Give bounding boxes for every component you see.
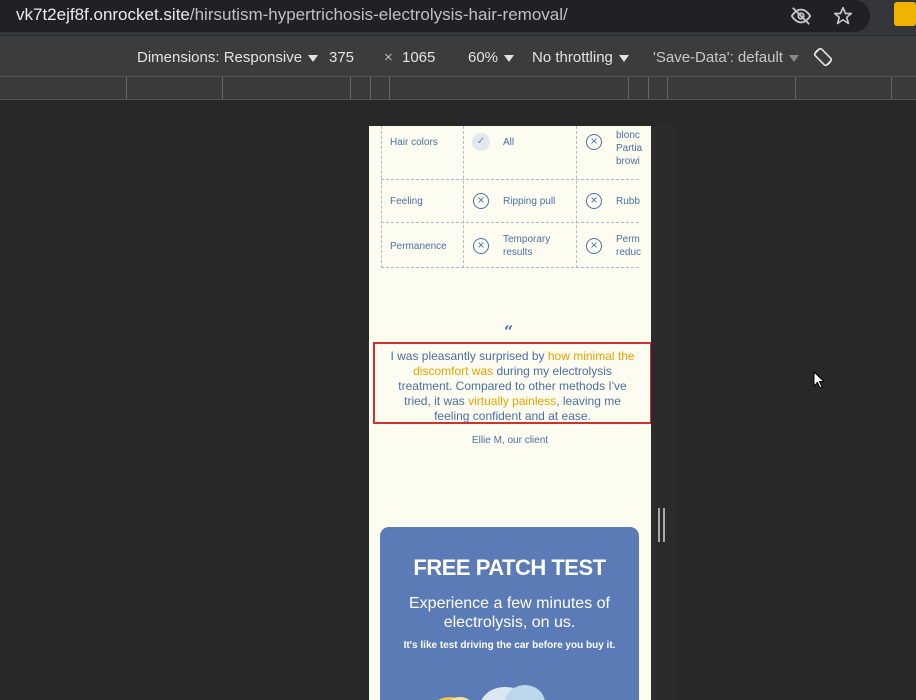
star-icon[interactable] [830, 3, 856, 29]
resize-handle-bar [658, 508, 660, 542]
extension-icon[interactable] [894, 2, 916, 26]
address-bar[interactable]: vk7t2ejf8f.onrocket.site/hirsutism-hyper… [0, 0, 870, 32]
cell-feeling-col2: Rubb [616, 196, 640, 207]
chevron-down-icon [308, 54, 319, 62]
cell-line: reduc [616, 247, 642, 258]
x-icon: × [586, 134, 602, 150]
quote-mark-icon: “ [504, 322, 514, 341]
row-label-feeling: Feeling [390, 196, 423, 207]
cell-feeling-col1: Ripping pull [503, 196, 556, 207]
table-divider [381, 267, 639, 268]
cell-line: Partia [616, 143, 643, 154]
height-input[interactable]: 1065 [402, 49, 435, 66]
zoom-label: 60% [468, 49, 499, 66]
throttling-label: No throttling [532, 49, 613, 66]
ruler-tick [222, 77, 223, 99]
ruler-tick [648, 77, 649, 99]
comparison-table: Hair colors ✓ All × blonc Partia browi F… [381, 126, 642, 268]
ruler-tick [795, 77, 796, 99]
cell-line: Temporary [503, 234, 551, 245]
quote-highlight: virtually painless [468, 394, 557, 408]
url-path: /hirsutism-hypertrichosis-electrolysis-h… [189, 5, 568, 24]
save-data-dropdown[interactable]: 'Save-Data': default [653, 49, 799, 66]
ruler-tick [628, 77, 629, 99]
zoom-dropdown[interactable]: 60% [468, 49, 515, 66]
rotate-icon[interactable] [812, 45, 834, 73]
chevron-down-icon [788, 54, 799, 62]
times-label: × [384, 49, 393, 66]
eye-off-icon[interactable] [788, 3, 814, 29]
testimonial-author: Ellie M, our client [471, 435, 549, 446]
table-divider [463, 126, 464, 268]
cell-line: browi [616, 156, 640, 167]
url-host: vk7t2ejf8f.onrocket.site [16, 5, 190, 24]
cell-permanence-col1: Temporary results [503, 233, 550, 259]
cell-permanence-col2: Perm reduc [616, 233, 641, 259]
viewport-side-panel [651, 126, 675, 700]
table-divider [381, 126, 382, 268]
patch-test-subtitle: Experience a few minutes of electrolysis… [409, 595, 610, 631]
x-icon: × [586, 193, 602, 209]
cell-hair-colors-col2: blonc Partia browi [616, 129, 642, 168]
cell-line: results [503, 247, 533, 258]
cell-hair-colors-col1: All [503, 137, 515, 148]
table-divider [381, 222, 639, 223]
chevron-down-icon [618, 54, 629, 62]
resize-handle[interactable] [658, 508, 666, 542]
quote-text: I was pleasantly surprised by [390, 349, 548, 363]
media-query-ruler[interactable] [0, 77, 916, 100]
save-data-label: 'Save-Data': default [653, 49, 783, 66]
table-divider [381, 179, 639, 180]
device-toolbar: Dimensions: Responsive 375 × 1065 60% No… [0, 35, 916, 77]
dimensions-dropdown[interactable]: Dimensions: Responsive [137, 49, 319, 66]
chevron-down-icon [504, 54, 515, 62]
throttling-dropdown[interactable]: No throttling [532, 49, 629, 66]
browser-toolbar: vk7t2ejf8f.onrocket.site/hirsutism-hyper… [0, 0, 916, 35]
x-icon: × [586, 238, 602, 254]
patch-test-title: FREE PATCH TEST [413, 555, 606, 580]
ruler-tick [350, 77, 351, 99]
patch-test-card: FREE PATCH TEST Experience a few minutes… [380, 527, 639, 700]
emulated-viewport[interactable]: Hair colors ✓ All × blonc Partia browi F… [369, 126, 651, 700]
ruler-tick [667, 77, 668, 99]
ruler-tick [126, 77, 127, 99]
cell-line: Perm [616, 234, 640, 245]
ruler-tick [389, 77, 390, 99]
table-divider [576, 126, 577, 268]
x-icon: × [473, 238, 489, 254]
testimonial-quote: I was pleasantly surprised by how minima… [373, 342, 651, 424]
dimensions-label: Dimensions: Responsive [137, 49, 303, 66]
cell-line: blonc [616, 130, 640, 141]
row-label-hair-colors: Hair colors [390, 137, 438, 148]
ruler-tick [891, 77, 892, 99]
x-icon: × [473, 193, 489, 209]
mouse-cursor-icon [813, 371, 825, 389]
patch-test-note: It's like test driving the car before yo… [403, 640, 616, 651]
width-input[interactable]: 375 [329, 49, 354, 66]
url-text[interactable]: vk7t2ejf8f.onrocket.site/hirsutism-hyper… [16, 5, 568, 25]
resize-handle-bar [663, 508, 665, 542]
ruler-tick [370, 77, 371, 99]
row-label-permanence: Permanence [390, 241, 447, 252]
flower-illustration [437, 685, 545, 700]
check-icon: ✓ [472, 133, 490, 151]
